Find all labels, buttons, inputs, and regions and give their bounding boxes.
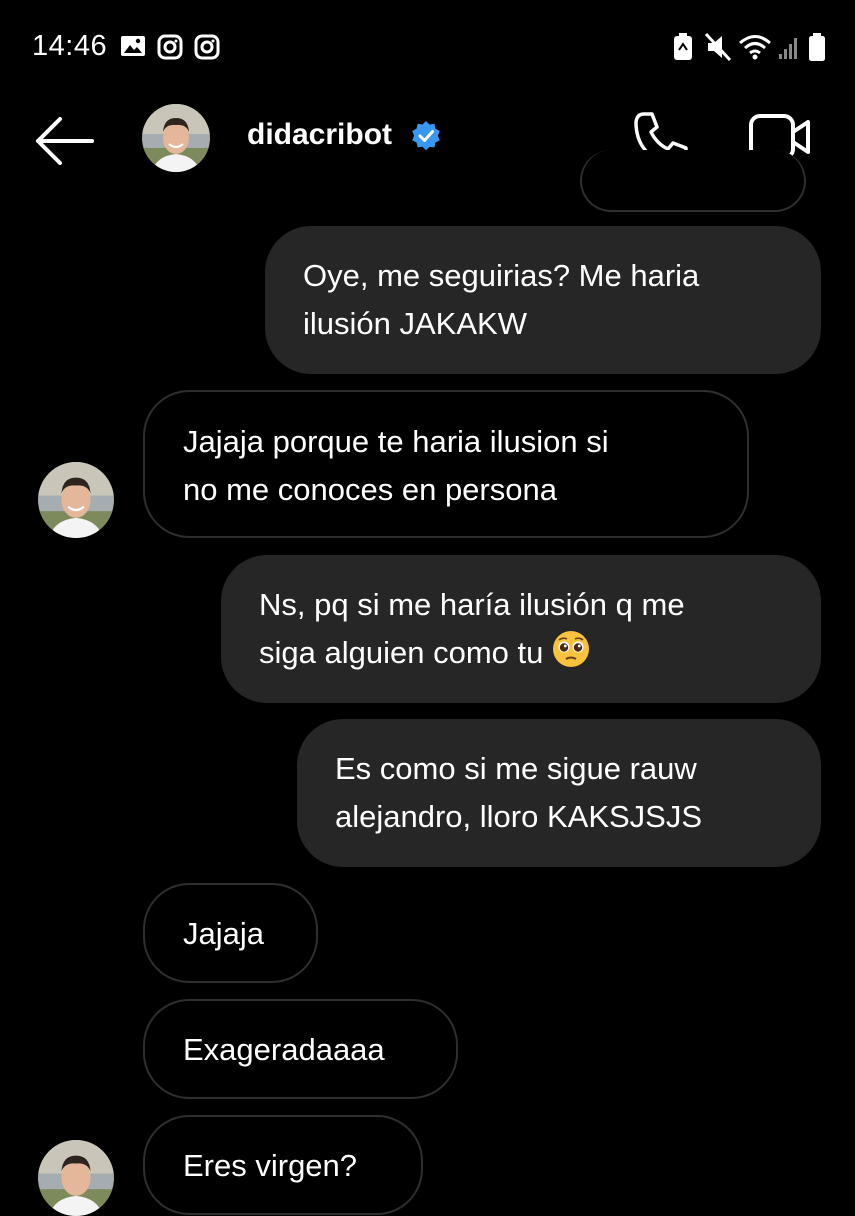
sender-avatar[interactable]: [38, 462, 114, 538]
incoming-message[interactable]: Eres virgen?: [143, 1115, 423, 1215]
mute-icon: [704, 32, 732, 67]
signal-icon: [778, 36, 800, 65]
incoming-message[interactable]: Exageradaaaa: [143, 999, 458, 1099]
pleading-face-emoji: [551, 629, 591, 669]
message-line: no me conoces en persona: [183, 472, 557, 507]
sender-avatar[interactable]: [38, 1140, 114, 1216]
instagram-notification-icon: [194, 34, 220, 65]
message-line: ilusión JAKAKW: [303, 306, 527, 341]
verified-badge-icon: [410, 120, 442, 152]
incoming-message[interactable]: Jajaja: [143, 883, 318, 983]
message-line: Ns, pq si me haría ilusión q me: [259, 587, 685, 622]
status-bar: 14:46: [0, 0, 855, 96]
instagram-notification-icon: [157, 34, 183, 65]
outgoing-message[interactable]: Oye, me seguirias? Me haria ilusión JAKA…: [265, 226, 821, 374]
message-line: Jajaja: [183, 916, 264, 951]
previous-message-bubble: [580, 150, 806, 212]
message-text: siga alguien como tu: [259, 635, 544, 670]
message-line: Eres virgen?: [183, 1148, 358, 1183]
outgoing-message[interactable]: Ns, pq si me haría ilusión q me siga alg…: [221, 555, 821, 703]
status-time: 14:46: [32, 30, 108, 62]
incoming-message[interactable]: Jajaja porque te haria ilusion si no me …: [143, 390, 749, 538]
battery-icon: [808, 32, 826, 67]
outgoing-message[interactable]: Es como si me sigue rauw alejandro, llor…: [297, 719, 821, 867]
back-arrow-icon[interactable]: [32, 114, 102, 168]
wifi-icon: [738, 34, 772, 65]
avatar[interactable]: [142, 104, 210, 172]
message-line: alejandro, lloro KAKSJSJS: [335, 799, 703, 834]
message-line: Exageradaaaa: [183, 1032, 385, 1067]
message-line: Es como si me sigue rauw: [335, 751, 697, 786]
message-line: siga alguien como tu: [259, 629, 783, 677]
chat-username[interactable]: didacribot: [247, 118, 392, 152]
message-line: Jajaja porque te haria ilusion si: [183, 424, 609, 459]
battery-saver-icon: [672, 32, 694, 67]
gallery-notification-icon: [120, 34, 146, 63]
message-line: Oye, me seguirias? Me haria: [303, 258, 700, 293]
